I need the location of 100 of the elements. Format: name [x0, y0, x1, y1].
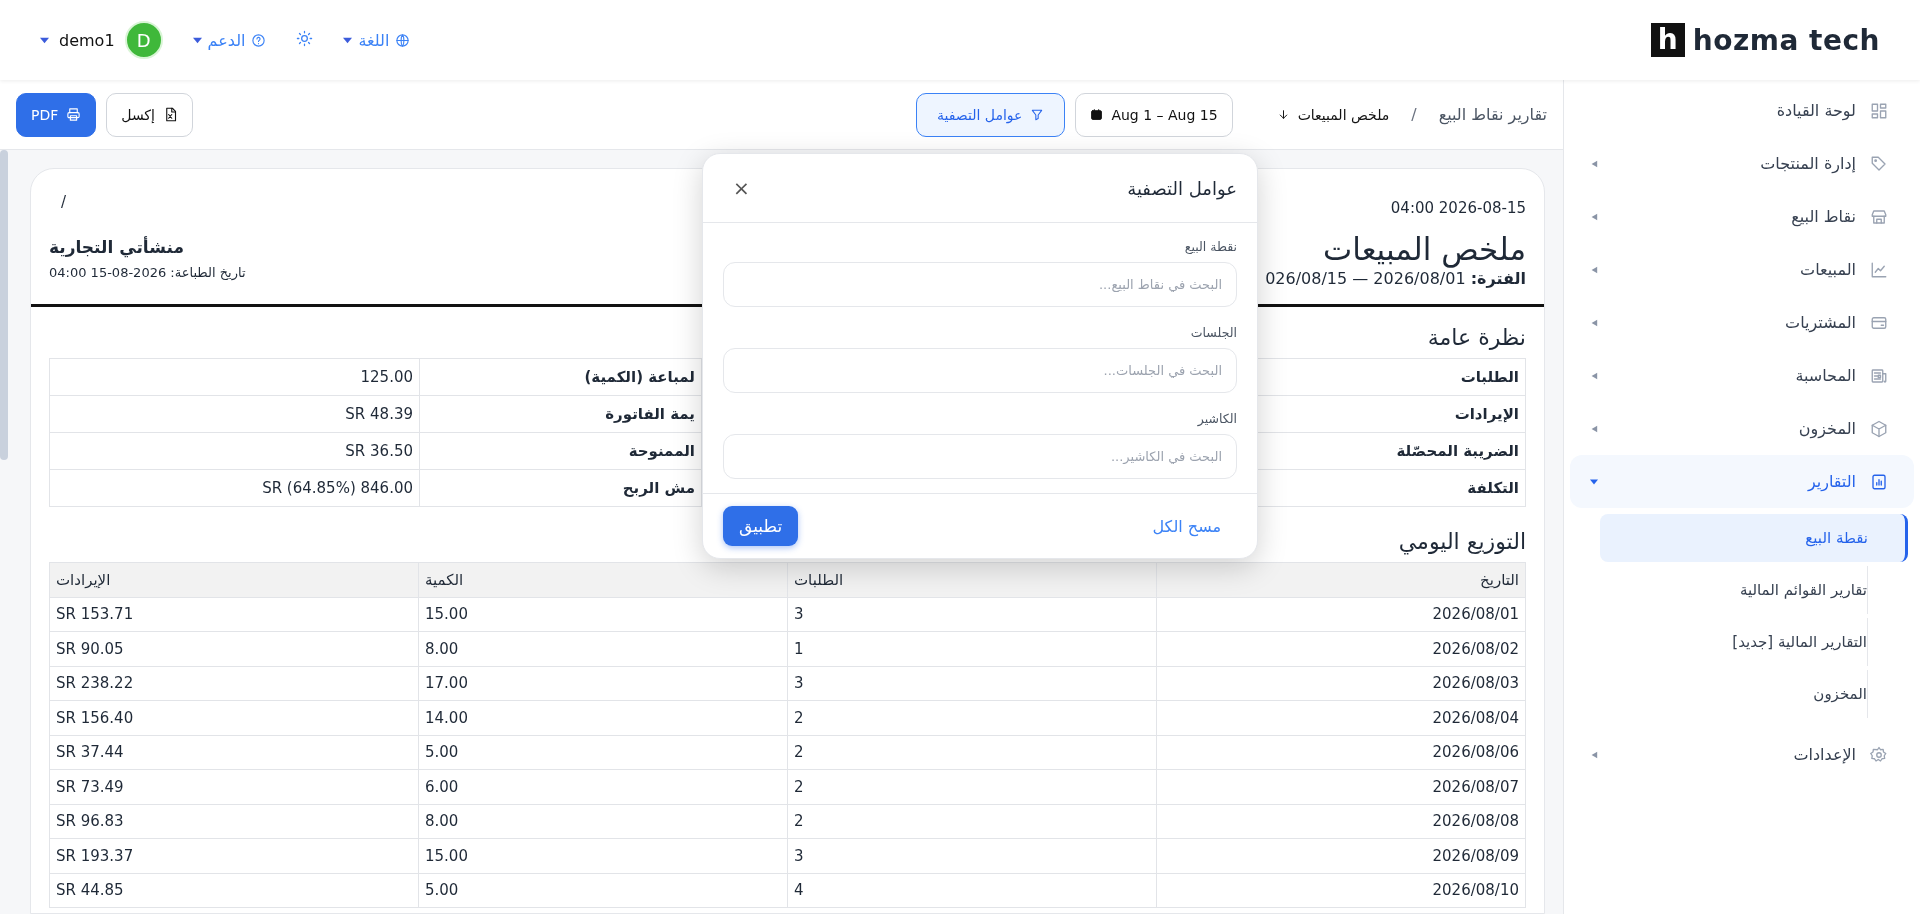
table-cell: SR 153.71: [49, 597, 419, 632]
caret-icon: [192, 35, 202, 45]
caret-icon: [1590, 318, 1598, 327]
table-cell: مش الربح: [419, 469, 702, 507]
table-cell: 2026/08/06: [1156, 735, 1526, 770]
table-cell: 2: [787, 735, 1157, 770]
table-cell: 2026/08/09: [1156, 838, 1526, 873]
table-cell: SR 96.83: [49, 804, 419, 839]
sidebar-item[interactable]: المبيعات: [1570, 243, 1914, 296]
caret-icon: [1590, 159, 1598, 168]
table-cell: 2: [787, 769, 1157, 804]
breadcrumb-link[interactable]: تقارير نقاط البيع: [1438, 105, 1547, 124]
company-name: منشأتي التجارية: [49, 237, 184, 257]
breadcrumb-separator: /: [1411, 105, 1417, 124]
table-cell: 4: [787, 873, 1157, 908]
table-cell: 8.00: [418, 804, 788, 839]
field-label: الجلسات: [1189, 325, 1237, 340]
gear-icon: [1870, 745, 1888, 764]
table-cell: 5.00: [418, 735, 788, 770]
excel-button[interactable]: إكسل: [106, 92, 193, 137]
table-cell: 2026/08/02: [1156, 631, 1526, 666]
globe-icon: [395, 32, 411, 48]
table-cell: 125.00: [49, 358, 420, 396]
table-cell: SR 156.40: [49, 700, 419, 735]
column-header: الكمية: [418, 562, 788, 597]
pdf-button[interactable]: PDF: [16, 92, 97, 137]
sidebar-item[interactable]: إدارة المنتجات: [1570, 137, 1914, 190]
table-cell: SR (64.85%) 846.00: [49, 469, 420, 507]
table-cell: SR 36.50: [49, 432, 420, 470]
table-cell: SR 90.05: [49, 631, 419, 666]
help-icon: [251, 32, 267, 48]
scrollbar-thumb[interactable]: [0, 150, 8, 460]
sidebar-item[interactable]: نقاط البيع: [1570, 190, 1914, 243]
table-cell: لمباعة (الكمية): [419, 358, 702, 396]
newspaper-icon: [1870, 366, 1888, 385]
page-marker: /: [60, 193, 67, 211]
sidebar-item[interactable]: المشتريات: [1570, 296, 1914, 349]
column-header: التاريخ: [1156, 562, 1526, 597]
column-header: الطلبات: [787, 562, 1157, 597]
caret-icon: [1590, 371, 1598, 380]
sidebar-item[interactable]: الإعدادات: [1570, 728, 1914, 781]
table-cell: 2: [787, 804, 1157, 839]
field-label: الكاشير: [1196, 411, 1237, 426]
sidebar-item[interactable]: المخزون: [1570, 402, 1914, 455]
filter-button[interactable]: عوامل التصفية: [916, 92, 1066, 137]
table-cell: SR 44.85: [49, 873, 419, 908]
table-cell: SR 193.37: [49, 838, 419, 873]
column-header: الإيرادات: [49, 562, 419, 597]
sidebar-subitem[interactable]: نقطة البيع: [1600, 514, 1908, 562]
printer-icon: [66, 107, 82, 122]
clear-all-link[interactable]: مسح الكل: [1146, 515, 1227, 537]
caret-icon: [343, 35, 353, 45]
support-menu[interactable]: الدعم: [192, 30, 267, 50]
sidebar-subitem[interactable]: التقارير المالية [جديد]: [1600, 618, 1868, 666]
breadcrumb-current[interactable]: ملخص المبيعات: [1276, 106, 1390, 123]
caret-icon: [1590, 424, 1598, 433]
table-cell: 1: [787, 631, 1157, 666]
table-cell: 8.00: [418, 631, 788, 666]
table-cell: 2026/08/07: [1156, 769, 1526, 804]
caret-icon: [1590, 750, 1598, 759]
user-name[interactable]: demo1: [59, 30, 115, 50]
table-cell: 3: [787, 838, 1157, 873]
apply-button[interactable]: تطبيق: [723, 506, 799, 546]
close-button[interactable]: ×: [729, 176, 754, 200]
report-title: ملخص المبيعات: [1323, 231, 1526, 267]
logo-text: hozma tech: [1692, 23, 1880, 57]
field-label: نقطة البيع: [1183, 239, 1237, 254]
table-cell: 14.00: [418, 700, 788, 735]
table-cell: 2026/08/01: [1156, 597, 1526, 632]
sidebar-item[interactable]: المحاسبة: [1570, 349, 1914, 402]
table-cell: SR 238.22: [49, 666, 419, 701]
table-cell: 2026/08/08: [1156, 804, 1526, 839]
cube-icon: [1870, 419, 1888, 438]
section-title: نظرة عامة: [1427, 325, 1526, 350]
table-cell: SR 48.39: [49, 395, 420, 433]
table-cell: 3: [787, 666, 1157, 701]
table-cell: 2026/08/10: [1156, 873, 1526, 908]
search-field[interactable]: البحث في الكاشير...: [723, 434, 1237, 479]
table-cell: 3: [787, 597, 1157, 632]
sidebar-subitem[interactable]: تقارير القوائم المالية: [1600, 566, 1868, 614]
sidebar-item[interactable]: التقارير: [1570, 455, 1914, 508]
table-cell: يمة الفاتورة: [419, 395, 702, 433]
table-cell: SR 73.49: [49, 769, 419, 804]
sidebar-item[interactable]: لوحة القيادة: [1570, 84, 1914, 137]
section-title: التوزيع اليومي: [1398, 529, 1526, 554]
table-cell: 17.00: [418, 666, 788, 701]
store-icon: [1870, 207, 1888, 226]
search-field[interactable]: البحث في نقاط البيع...: [723, 262, 1237, 307]
caret-icon: [1590, 477, 1598, 486]
search-field[interactable]: البحث في الجلسات...: [723, 348, 1237, 393]
table-cell: الممنوحة: [419, 432, 702, 470]
caret-icon: [1590, 265, 1598, 274]
table-cell: 15.00: [418, 838, 788, 873]
table-cell: 2026/08/04: [1156, 700, 1526, 735]
language-menu[interactable]: اللغة: [343, 30, 411, 50]
report-timestamp: 2026-08-15 04:00: [1390, 199, 1526, 217]
sidebar-subitem[interactable]: المخزون: [1600, 670, 1868, 718]
table-cell: 5.00: [418, 873, 788, 908]
date-range-button[interactable]: Aug 1 – Aug 15: [1075, 92, 1233, 137]
report-chart-icon: [1870, 472, 1888, 491]
